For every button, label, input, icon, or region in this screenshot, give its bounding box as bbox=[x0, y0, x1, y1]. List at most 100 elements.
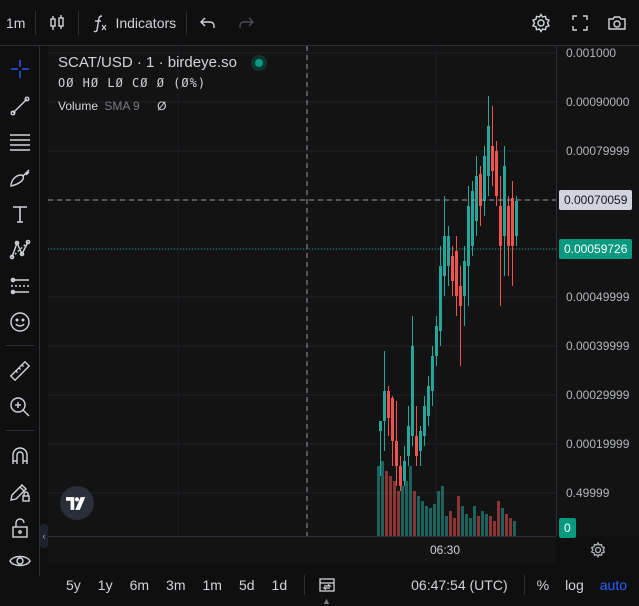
forecast-icon[interactable] bbox=[5, 271, 35, 301]
candle-body bbox=[491, 146, 494, 171]
crosshair-icon[interactable] bbox=[5, 54, 35, 84]
symbol-title: SCAT/USD · 1 · birdeye.so bbox=[58, 54, 237, 71]
range-3m-button[interactable]: 3m bbox=[166, 577, 185, 593]
candles bbox=[379, 96, 518, 491]
price-tick: 0.00019999 bbox=[566, 437, 630, 451]
pattern-icon[interactable] bbox=[5, 235, 35, 265]
volume-bar bbox=[377, 466, 380, 536]
candlestick-chart[interactable] bbox=[48, 46, 556, 536]
fullscreen-icon[interactable] bbox=[569, 12, 591, 34]
candle-body bbox=[427, 386, 430, 416]
candle-body bbox=[459, 286, 462, 306]
candle-body bbox=[415, 436, 418, 456]
utc-clock[interactable]: 06:47:54 (UTC) bbox=[411, 577, 507, 593]
volume-bar bbox=[513, 521, 516, 536]
lock-drawing-icon[interactable] bbox=[5, 477, 35, 507]
brush-icon[interactable] bbox=[5, 163, 35, 193]
volume-bar bbox=[389, 476, 392, 536]
price-tick: 0.00049999 bbox=[566, 290, 630, 304]
symbol-title-row[interactable]: SCAT/USD · 1 · birdeye.so bbox=[58, 54, 263, 71]
emoji-icon[interactable] bbox=[5, 307, 35, 337]
drawing-toolbar bbox=[0, 46, 40, 576]
price-tick: 0.49999 bbox=[566, 486, 610, 500]
eye-icon[interactable] bbox=[5, 546, 35, 576]
volume-bar bbox=[409, 466, 412, 536]
volume-bar bbox=[501, 508, 504, 536]
indicators-label: Indicators bbox=[115, 14, 177, 31]
candle-body bbox=[511, 198, 514, 246]
indicators-button[interactable]: Indicators bbox=[89, 0, 176, 46]
undo-icon[interactable] bbox=[197, 12, 219, 34]
candle-body bbox=[467, 206, 470, 266]
bottom-toolbar: 5y 1y 6m 3m 1m 5d 1d 06:47:54 (UTC) % lo… bbox=[48, 566, 639, 604]
price-tick: 0.00090000 bbox=[566, 95, 630, 109]
ruler-icon[interactable] bbox=[5, 356, 35, 386]
fib-icon[interactable] bbox=[5, 127, 35, 157]
toolbar-divider bbox=[304, 575, 306, 595]
volume-bar bbox=[489, 516, 492, 536]
percent-scale-button[interactable]: % bbox=[537, 577, 549, 593]
price-axis[interactable]: 0.001000 0.00090000 0.00079999 0.0004999… bbox=[556, 46, 639, 538]
chart-pane[interactable]: SCAT/USD · 1 · birdeye.so OØ HØ LØ CØ Ø … bbox=[48, 46, 556, 536]
candle-body bbox=[475, 176, 478, 221]
range-1d-button[interactable]: 1d bbox=[272, 577, 288, 593]
volume-bar bbox=[485, 514, 488, 536]
volume-bar bbox=[453, 518, 456, 536]
candle-body bbox=[407, 426, 410, 456]
volume-bar bbox=[421, 501, 424, 536]
volume-bar bbox=[385, 471, 388, 536]
volume-bar bbox=[433, 504, 436, 536]
trendline-icon[interactable] bbox=[5, 91, 35, 121]
range-5d-button[interactable]: 5d bbox=[239, 577, 255, 593]
volume-bar bbox=[493, 521, 496, 536]
candle-body bbox=[431, 356, 434, 391]
price-tick: 0.001000 bbox=[566, 46, 617, 60]
compare-icon[interactable] bbox=[317, 575, 337, 595]
volume-bar bbox=[481, 511, 484, 536]
volume-bar bbox=[445, 516, 448, 536]
text-icon[interactable] bbox=[5, 199, 35, 229]
log-scale-button[interactable]: log bbox=[565, 577, 584, 593]
interval-button[interactable]: 1m bbox=[6, 0, 25, 46]
candle-body bbox=[391, 398, 394, 441]
top-toolbar: 1m Indicators bbox=[0, 0, 639, 46]
candle-body bbox=[451, 256, 454, 281]
candle-body bbox=[403, 461, 406, 481]
range-6m-button[interactable]: 6m bbox=[130, 577, 149, 593]
volume-bar bbox=[437, 491, 440, 536]
redo-icon[interactable] bbox=[235, 12, 257, 34]
candle-body bbox=[495, 151, 498, 196]
tradingview-logo[interactable] bbox=[60, 486, 94, 520]
scroll-up-arrow[interactable]: ▲ bbox=[322, 596, 331, 606]
candle-body bbox=[423, 406, 426, 436]
candle-body bbox=[455, 251, 458, 296]
range-1y-button[interactable]: 1y bbox=[98, 577, 113, 593]
toolbar-divider bbox=[6, 345, 34, 346]
volume-bar bbox=[477, 516, 480, 536]
candles-icon[interactable] bbox=[46, 12, 68, 34]
grid-lines bbox=[48, 46, 556, 536]
candle-body bbox=[399, 466, 402, 486]
time-axis[interactable]: 06:30 bbox=[48, 536, 556, 564]
candle-body bbox=[411, 346, 414, 436]
ohlc-values: OØ HØ LØ CØ Ø (Ø%) bbox=[58, 76, 207, 90]
market-status-dot bbox=[254, 58, 263, 67]
toolbar-divider bbox=[78, 10, 80, 35]
lock-icon[interactable] bbox=[5, 513, 35, 543]
range-1m-button[interactable]: 1m bbox=[203, 577, 222, 593]
zoom-in-icon[interactable] bbox=[5, 392, 35, 422]
volume-legend[interactable]: Volume SMA 9 Ø bbox=[58, 99, 263, 113]
toolbar-divider bbox=[186, 10, 188, 35]
settings-icon[interactable] bbox=[530, 12, 552, 34]
candle-body bbox=[435, 326, 438, 356]
camera-icon[interactable] bbox=[606, 12, 628, 34]
price-tick: 0.00039999 bbox=[566, 339, 630, 353]
axis-settings-icon[interactable] bbox=[588, 540, 608, 560]
candle-body bbox=[379, 421, 382, 431]
auto-scale-button[interactable]: auto bbox=[600, 577, 627, 593]
collapse-toolbar-handle[interactable]: ‹ bbox=[40, 524, 48, 548]
candle-body bbox=[383, 391, 386, 421]
magnet-icon[interactable] bbox=[5, 441, 35, 471]
range-5y-button[interactable]: 5y bbox=[66, 577, 81, 593]
candle-body bbox=[515, 201, 518, 236]
